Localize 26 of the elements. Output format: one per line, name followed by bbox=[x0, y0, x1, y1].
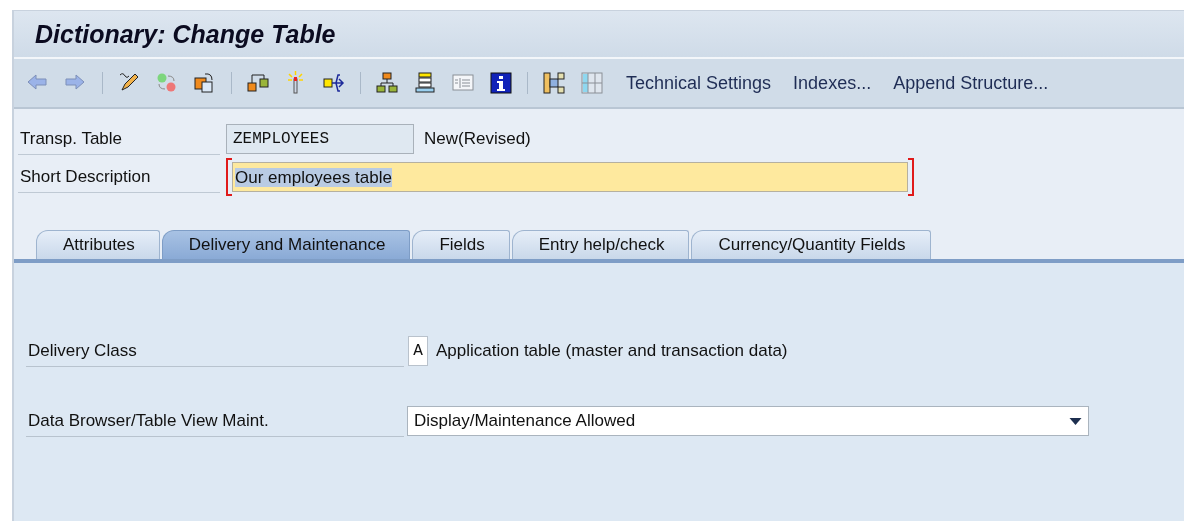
tab[interactable]: Attributes bbox=[36, 230, 160, 259]
stack-icon[interactable] bbox=[413, 71, 437, 95]
toolbar-button[interactable]: Indexes... bbox=[793, 72, 872, 94]
status-text: New(Revised) bbox=[424, 129, 531, 149]
toolbar-button[interactable]: Technical Settings bbox=[626, 72, 772, 94]
table-name-field: ZEMPLOYEES bbox=[226, 124, 414, 154]
field-label: Transp. Table bbox=[18, 123, 220, 155]
tab[interactable]: Entry help/check bbox=[511, 230, 690, 259]
toolbar-button[interactable]: Append Structure... bbox=[893, 72, 1049, 94]
code-field[interactable]: A bbox=[408, 336, 428, 366]
dropdown[interactable]: Display/Maintenance Allowed bbox=[407, 406, 1089, 436]
tab[interactable]: Fields bbox=[412, 230, 510, 259]
field-label: Delivery Class bbox=[26, 335, 404, 367]
tree-icon[interactable] bbox=[542, 71, 566, 95]
field-label: Short Description bbox=[18, 161, 220, 193]
connector-icon[interactable] bbox=[246, 71, 270, 95]
field-label: Data Browser/Table View Maint. bbox=[26, 405, 404, 437]
tab[interactable]: Delivery and Maintenance bbox=[161, 230, 411, 259]
fork-arrow-icon[interactable] bbox=[322, 71, 346, 95]
description-field[interactable]: Our employees table bbox=[232, 162, 908, 192]
caret-icon bbox=[1069, 417, 1082, 425]
info-icon[interactable] bbox=[489, 71, 513, 95]
window-title: Dictionary: Change Table bbox=[35, 19, 336, 49]
tab[interactable]: Currency/Quantity Fields bbox=[691, 230, 931, 259]
description-text: Application table (master and transaction data) bbox=[436, 341, 788, 361]
hierarchy-icon[interactable] bbox=[375, 71, 399, 95]
